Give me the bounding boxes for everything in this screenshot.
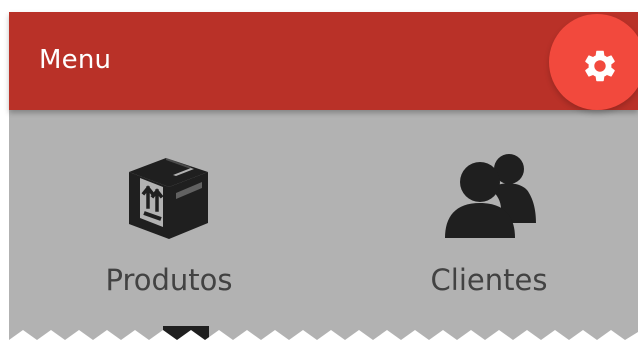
menu-item-label: Produtos	[105, 263, 233, 297]
menu-item-produtos[interactable]: Produtos	[59, 110, 279, 320]
menu-item-label: Clientes	[430, 263, 548, 297]
menu-item-clientes[interactable]: Clientes	[379, 110, 599, 320]
settings-button[interactable]	[549, 14, 638, 110]
menu-content: Produtos Clientes	[9, 110, 638, 348]
app-bar: Menu	[9, 12, 638, 110]
package-box-icon	[129, 158, 208, 239]
app-title: Menu	[39, 45, 112, 75]
users-icon	[445, 154, 536, 238]
gear-icon	[585, 50, 615, 82]
screen: Menu Produtos Clientes	[0, 0, 638, 348]
zigzag-edge	[9, 330, 638, 348]
